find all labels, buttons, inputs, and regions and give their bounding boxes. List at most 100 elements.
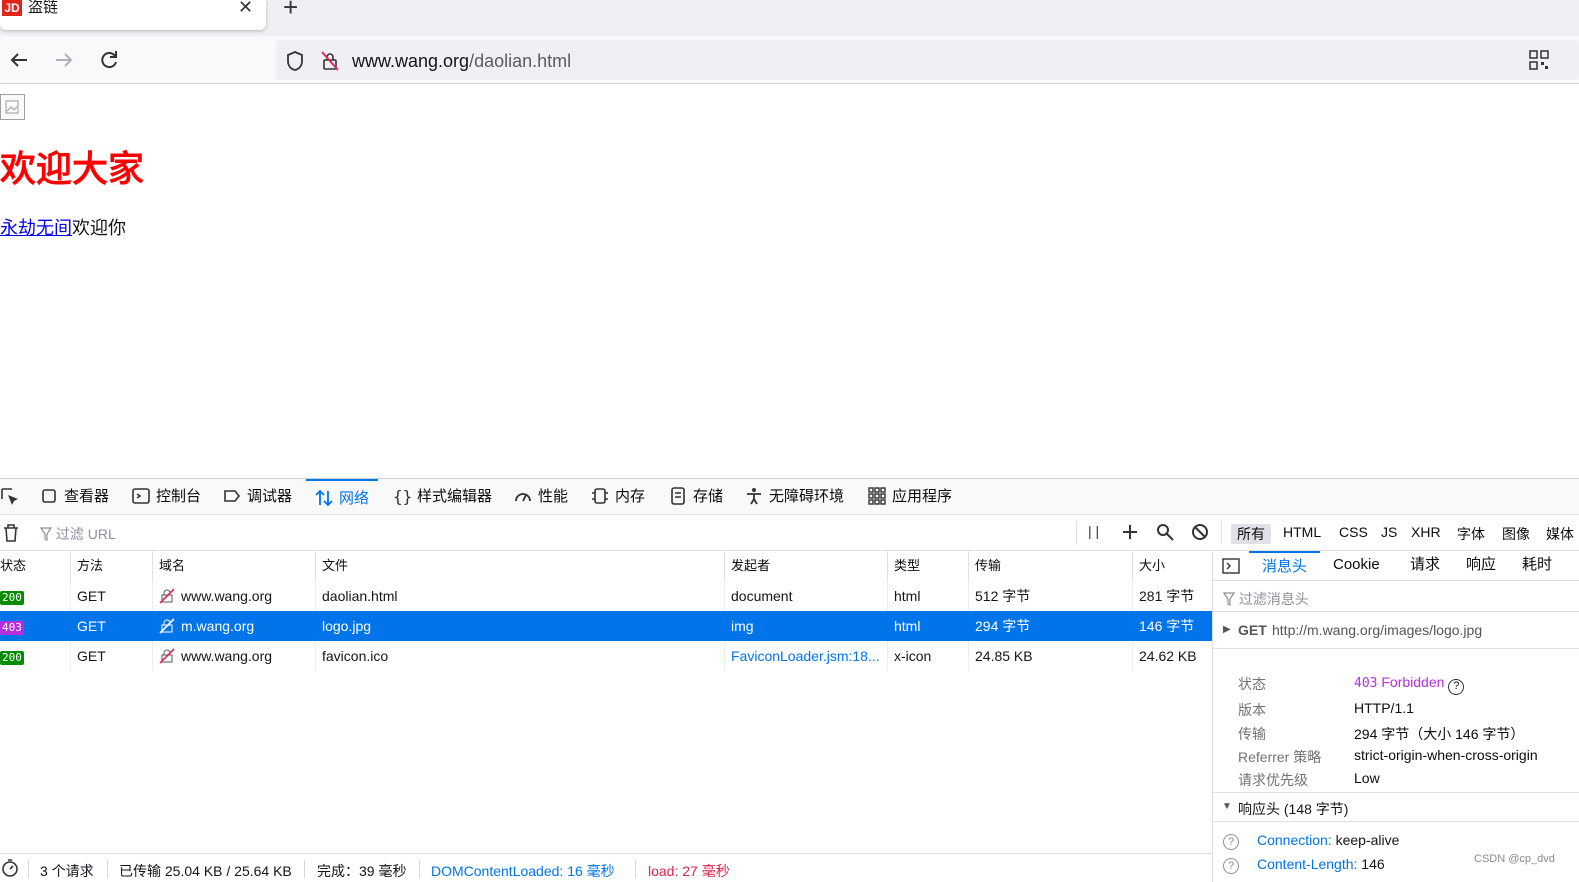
filter-url-input[interactable]: 过滤 URL (39, 524, 116, 544)
tab-style-editor[interactable]: {} 样式编辑器 (393, 479, 492, 515)
insecure-lock-icon (159, 588, 175, 604)
column-method[interactable]: 方法 (71, 551, 153, 581)
initiator-link[interactable]: FaviconLoader.jsm:18... (725, 641, 888, 671)
filter-headers-input[interactable]: 过滤消息头 (1222, 589, 1309, 609)
response-headers-section[interactable]: ▼ 响应头 (148 字节) (1213, 792, 1579, 822)
domain-cell: www.wang.org (153, 581, 316, 611)
tab-label: 性能 (538, 488, 569, 505)
type-filter-fonts[interactable]: 字体 (1457, 524, 1485, 544)
tab-network[interactable]: 网络 (306, 479, 379, 515)
tab-storage[interactable]: 存储 (669, 479, 723, 515)
toolbar-divider (1076, 521, 1077, 545)
close-tab-icon[interactable]: ✕ (238, 0, 253, 16)
new-tab-button[interactable]: + (283, 0, 298, 20)
add-icon[interactable] (1121, 523, 1139, 544)
type-filter-all[interactable]: 所有 (1231, 524, 1271, 544)
domain-cell: m.wang.org (153, 611, 316, 641)
tab-cookie[interactable]: Cookie (1333, 551, 1380, 581)
detail-key-version: 版本 (1238, 702, 1266, 718)
toggle-panel-icon[interactable] (1222, 558, 1240, 577)
table-row[interactable]: 200 GET www.wang.org favicon.ico Favicon… (0, 641, 1212, 671)
status-badge: 403 (0, 621, 24, 635)
request-summary[interactable]: ▶ GET http://m.wang.org/images/logo.jpg (1213, 611, 1579, 649)
tab-debugger[interactable]: 调试器 (223, 479, 292, 515)
transferred-cell: 24.85 KB (969, 641, 1133, 671)
column-type[interactable]: 类型 (888, 551, 969, 581)
finish-time: 完成：39 毫秒 (317, 863, 407, 879)
column-file[interactable]: 文件 (316, 551, 725, 581)
trash-icon[interactable] (2, 523, 20, 546)
type-filter-media[interactable]: 媒体 (1546, 524, 1579, 544)
column-status[interactable]: 状态 (0, 551, 71, 581)
shield-icon[interactable] (285, 50, 305, 75)
pause-icon[interactable]: | | (1088, 523, 1099, 539)
status-code: 403 (1354, 676, 1378, 691)
load-time: load: 27 毫秒 (648, 863, 730, 879)
column-transferred[interactable]: 传输 (969, 551, 1133, 581)
response-headers-title: 响应头 (148 字节) (1238, 801, 1349, 817)
request-method: GET (1238, 622, 1267, 638)
detail-key-status: 状态 (1238, 676, 1266, 692)
column-size[interactable]: 大小 (1133, 551, 1212, 581)
devtools-panel: 查看器 控制台 调试器 网络 {} 样式编辑器 性能 内存 存储 无障碍环境 应用… (0, 478, 1579, 882)
tab-application[interactable]: 应用程序 (868, 479, 952, 515)
insecure-lock-icon[interactable] (320, 50, 340, 75)
column-initiator[interactable]: 发起者 (725, 551, 888, 581)
tab-accessibility[interactable]: 无障碍环境 (745, 479, 844, 515)
file-cell: daolian.html (316, 581, 725, 611)
request-url: http://m.wang.org/images/logo.jpg (1272, 622, 1483, 638)
transferred-total: 已传输 25.04 KB / 25.64 KB (119, 863, 292, 879)
reload-button[interactable] (95, 46, 123, 74)
network-icon (315, 489, 333, 507)
browser-tab[interactable]: JD 盗链 ✕ (0, 0, 266, 30)
tab-performance[interactable]: 性能 (514, 479, 568, 515)
url-text[interactable]: www.wang.org/daolian.html (352, 51, 571, 72)
table-row[interactable]: 200 GET www.wang.org daolian.html docume… (0, 581, 1212, 611)
help-icon[interactable]: ? (1223, 834, 1239, 850)
tab-label: 控制台 (156, 488, 202, 505)
collapse-arrow-icon: ▼ (1222, 801, 1232, 812)
size-cell: 146 字节 (1139, 618, 1195, 634)
filter-url-placeholder: 过滤 URL (55, 526, 116, 542)
tab-label: 查看器 (64, 488, 110, 505)
size-cell: 24.62 KB (1139, 648, 1197, 664)
tab-console[interactable]: 控制台 (132, 479, 201, 515)
type-filter-xhr[interactable]: XHR (1411, 524, 1441, 540)
performance-analysis-icon[interactable] (1, 859, 19, 880)
domain-cell: www.wang.org (153, 641, 316, 671)
type-filter-html[interactable]: HTML (1283, 524, 1321, 540)
style-editor-icon: {} (393, 487, 411, 505)
status-divider (304, 860, 305, 878)
type-filter-css[interactable]: CSS (1339, 524, 1368, 540)
navigation-bar: www.wang.org/daolian.html (0, 36, 1579, 84)
console-icon (132, 488, 150, 504)
header-value: 146 (1361, 856, 1385, 872)
status-divider (28, 860, 29, 878)
back-button[interactable] (5, 46, 33, 74)
tab-response[interactable]: 响应 (1466, 551, 1496, 581)
forward-button[interactable] (50, 46, 78, 74)
block-icon[interactable] (1191, 523, 1209, 544)
qr-code-icon[interactable] (1529, 50, 1549, 73)
page-link[interactable]: 永劫无间 (0, 218, 72, 238)
tab-memory[interactable]: 内存 (591, 479, 645, 515)
type-filter-images[interactable]: 图像 (1502, 524, 1530, 544)
url-bar[interactable]: www.wang.org/daolian.html (276, 40, 1579, 80)
detail-value-referrer-policy: strict-origin-when-cross-origin (1354, 747, 1538, 763)
header-name: Content-Length: (1257, 856, 1358, 872)
size-cell: 281 字节 (1139, 588, 1195, 604)
search-icon[interactable] (1156, 523, 1174, 544)
tab-request[interactable]: 请求 (1410, 551, 1440, 581)
tab-inspector[interactable]: 查看器 (40, 479, 109, 515)
element-picker-icon[interactable] (0, 479, 20, 515)
help-icon[interactable]: ? (1223, 858, 1239, 874)
status-badge: 200 (0, 591, 24, 605)
type-filter-js[interactable]: JS (1381, 524, 1397, 540)
table-row-selected[interactable]: 403 GET m.wang.org logo.jpg img html 294… (0, 611, 1212, 641)
help-icon[interactable]: ? (1448, 679, 1465, 695)
request-count: 3 个请求 (40, 863, 94, 879)
tab-headers[interactable]: 消息头 (1249, 551, 1321, 581)
tab-timings[interactable]: 耗时 (1522, 551, 1552, 581)
column-domain[interactable]: 域名 (153, 551, 316, 581)
tab-label: 应用程序 (892, 488, 953, 505)
